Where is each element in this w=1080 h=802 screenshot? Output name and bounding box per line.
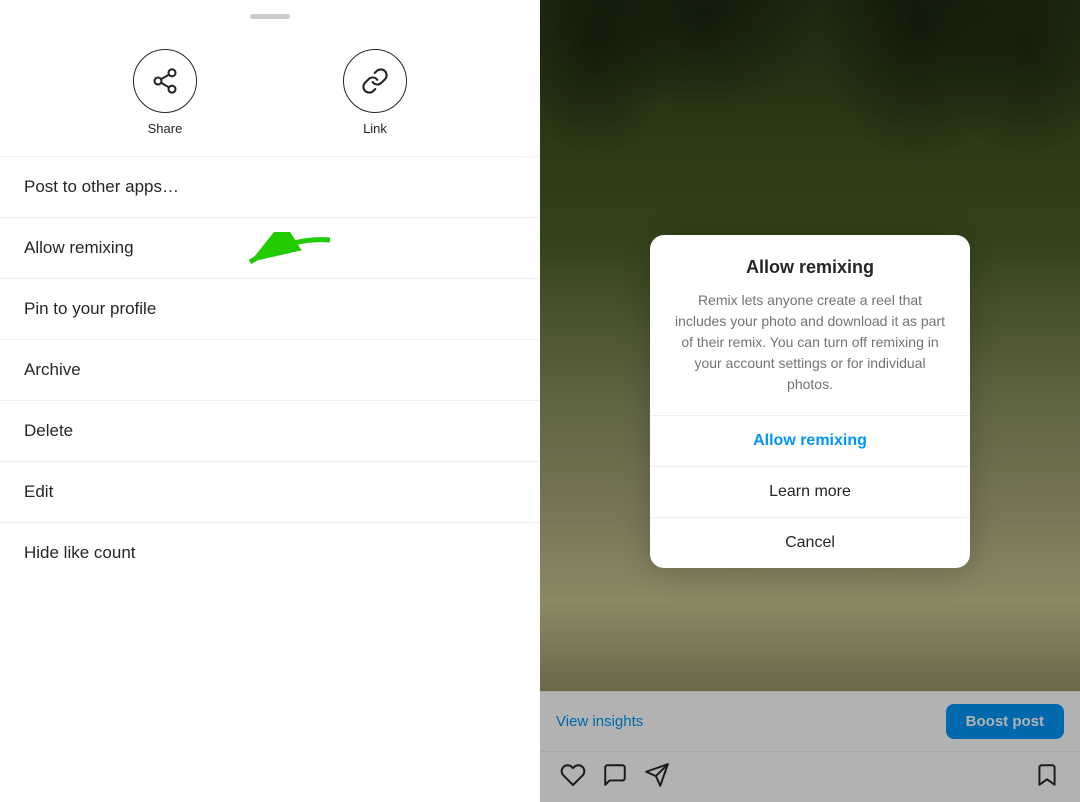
cancel-button[interactable]: Cancel	[650, 518, 970, 568]
menu-item-post-to-other-apps[interactable]: Post to other apps…	[0, 157, 540, 218]
link-icon-circle	[343, 49, 407, 113]
dialog-title: Allow remixing	[650, 235, 970, 290]
allow-remixing-dialog: Allow remixing Remix lets anyone create …	[650, 235, 970, 568]
link-icon	[361, 67, 389, 95]
menu-list: Post to other apps… Allow remixing Pin t…	[0, 157, 540, 802]
drag-handle	[250, 14, 290, 19]
link-button[interactable]: Link	[343, 49, 407, 136]
menu-item-edit[interactable]: Edit	[0, 462, 540, 523]
menu-item-hide-like-count[interactable]: Hide like count	[0, 523, 540, 583]
share-icon-circle	[133, 49, 197, 113]
link-label: Link	[363, 121, 387, 136]
menu-item-allow-remixing[interactable]: Allow remixing	[0, 218, 540, 279]
icon-row: Share Link	[0, 39, 540, 157]
dialog-body: Remix lets anyone create a reel that inc…	[650, 290, 970, 415]
share-label: Share	[148, 121, 183, 136]
allow-remixing-button[interactable]: Allow remixing	[650, 416, 970, 467]
right-panel: Allow remixing Remix lets anyone create …	[540, 0, 1080, 802]
dialog-overlay: Allow remixing Remix lets anyone create …	[540, 0, 1080, 802]
share-button[interactable]: Share	[133, 49, 197, 136]
learn-more-button[interactable]: Learn more	[650, 467, 970, 518]
menu-item-delete[interactable]: Delete	[0, 401, 540, 462]
left-panel: Share Link Post to other apps… Allow rem…	[0, 0, 540, 802]
share-icon	[151, 67, 179, 95]
green-arrow-indicator	[240, 232, 340, 282]
menu-item-pin-to-profile[interactable]: Pin to your profile	[0, 279, 540, 340]
menu-item-archive[interactable]: Archive	[0, 340, 540, 401]
